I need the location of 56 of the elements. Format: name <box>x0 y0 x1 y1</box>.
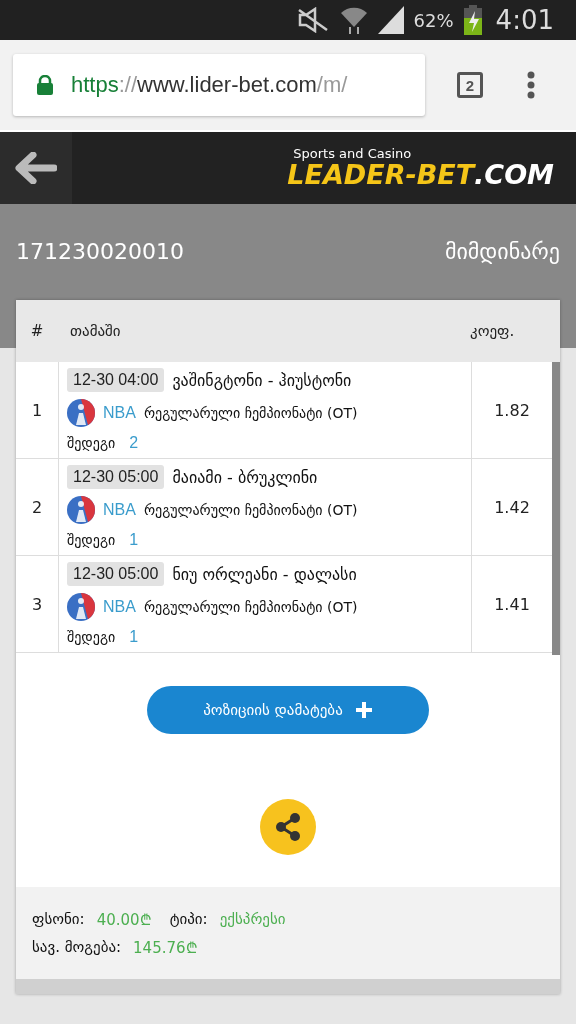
outcome-label: შედეგი <box>67 434 116 451</box>
odds-value: 1.42 <box>493 496 531 519</box>
outcome-value: 1 <box>129 530 139 549</box>
ticket-id: 171230020010 <box>16 239 184 264</box>
tournament-name: რეგულარული ჩემპიონატი (OT) <box>143 502 358 518</box>
match-time: 12-30 04:00 <box>67 368 165 393</box>
ticket-status: მიმდინარე <box>444 239 560 264</box>
battery-percent: 62% <box>413 9 454 31</box>
column-header: თამაში <box>69 322 122 340</box>
address-bar[interactable]: https://www.lider-bet.com/m/ <box>13 54 425 116</box>
back-button[interactable] <box>0 132 72 204</box>
stake-label: ფსონი: <box>32 910 85 928</box>
outcome-label: შედეგი <box>67 628 116 645</box>
add-position-button[interactable]: პოზიციის დამატება <box>147 686 429 734</box>
match-name[interactable]: ნიუ ორლეანი - დალასი <box>172 564 357 584</box>
battery-icon <box>463 5 482 35</box>
match-time: 12-30 05:00 <box>67 465 165 490</box>
back-arrow-icon <box>15 152 57 184</box>
odds-value: 1.82 <box>493 399 531 422</box>
menu-icon[interactable] <box>527 71 535 99</box>
basketball-logo-icon <box>67 399 95 427</box>
plus-icon <box>354 701 373 719</box>
site-logo[interactable]: Sports and Casino LEADER-BET.COM <box>287 147 554 189</box>
outcome-value: 1 <box>129 627 139 646</box>
outcome-value: 2 <box>129 433 139 452</box>
signal-icon <box>377 6 404 34</box>
share-icon <box>275 813 301 841</box>
win-value: 145.76₾ <box>133 938 198 957</box>
row-number: 3 <box>16 556 59 652</box>
type-label: ტიპი: <box>169 910 208 928</box>
tournament-name: რეგულარული ჩემპიონატი (OT) <box>143 599 358 615</box>
row-number: 2 <box>16 459 59 555</box>
odds-value: 1.41 <box>493 593 531 616</box>
match-time: 12-30 05:00 <box>67 562 165 587</box>
basketball-logo-icon <box>67 593 95 621</box>
wifi-icon <box>339 5 368 35</box>
column-header: # <box>29 322 45 340</box>
url-text: https://www.lider-bet.com/m/ <box>71 72 348 98</box>
share-button[interactable] <box>260 799 316 855</box>
tournament-name: რეგულარული ჩემპიონატი (OT) <box>143 405 358 421</box>
scrollbar[interactable] <box>552 362 560 655</box>
league-name: NBA <box>103 598 136 616</box>
league-name: NBA <box>103 404 136 422</box>
column-header: კოეფ. <box>469 322 516 340</box>
type-value: ექსპრესი <box>219 910 286 928</box>
league-name: NBA <box>103 501 136 519</box>
row-number: 1 <box>16 362 59 458</box>
outcome-label: შედეგი <box>67 531 116 548</box>
match-name[interactable]: ვაშინგტონი - ჰიუსტონი <box>172 370 352 390</box>
tab-count-button[interactable]: 2 <box>457 72 483 98</box>
match-name[interactable]: მაიამი - ბრუკლინი <box>172 467 318 487</box>
basketball-logo-icon <box>67 496 95 524</box>
win-label: სავ. მოგება: <box>32 938 122 956</box>
lock-icon <box>37 75 53 95</box>
stake-value: 40.00₾ <box>96 910 152 929</box>
clock: 4:01 <box>495 5 554 35</box>
